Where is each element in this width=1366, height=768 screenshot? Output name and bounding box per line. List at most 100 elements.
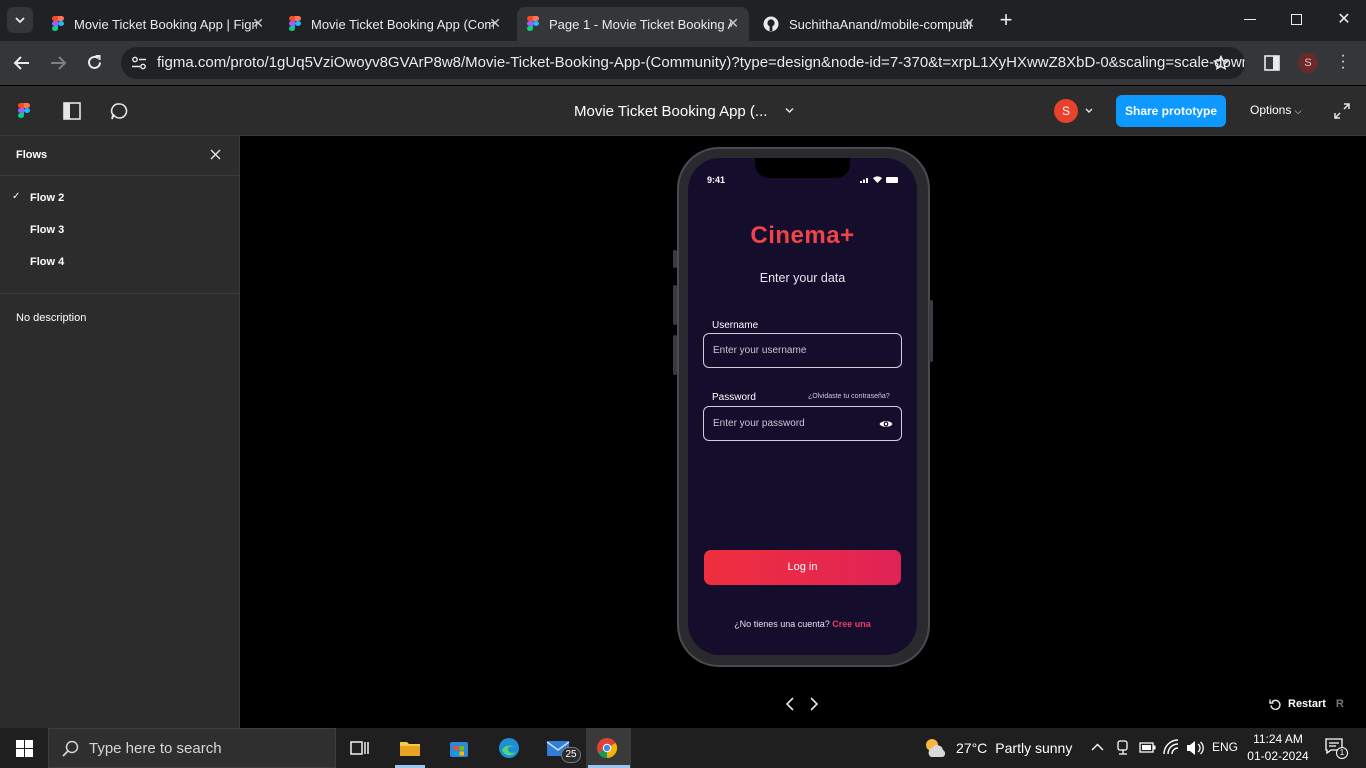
toggle-sidebar-icon[interactable] <box>63 102 81 120</box>
app-brand-logo: Cinema+ <box>750 222 855 249</box>
flow-item-flow-3[interactable]: Flow 3 <box>0 218 239 242</box>
username-label: Username <box>712 320 759 331</box>
signup-link[interactable]: Cree una <box>832 619 871 629</box>
flow-item-flow-4[interactable]: Flow 4 <box>0 250 239 274</box>
chevron-down-icon <box>15 17 25 24</box>
notification-count: 1 <box>1336 747 1348 759</box>
flow-item-label: Flow 3 <box>30 224 65 236</box>
wifi-status-icon[interactable] <box>1163 739 1181 755</box>
github-icon <box>763 16 779 32</box>
comment-icon[interactable] <box>110 102 129 121</box>
file-explorer-icon[interactable] <box>395 734 425 762</box>
search-placeholder: Type here to search <box>89 739 222 757</box>
phone-screen: 9:41 Cinema+ Enter your data Username En… <box>688 158 917 655</box>
chevron-up-icon[interactable] <box>1091 743 1104 751</box>
minimize-window-icon[interactable] <box>1244 19 1256 20</box>
taskbar-search-box[interactable]: Type here to search <box>48 728 336 768</box>
options-label: Options <box>1250 103 1292 117</box>
weather-widget[interactable]: 27°C Partly sunny <box>923 736 1072 760</box>
fullscreen-icon[interactable] <box>1334 103 1350 119</box>
password-label: Password <box>712 392 756 403</box>
file-title[interactable]: Movie Ticket Booking App (... <box>574 103 767 120</box>
phone-side-button <box>673 250 677 268</box>
previous-screen-icon[interactable] <box>785 697 795 711</box>
profile-avatar[interactable]: S <box>1298 53 1318 73</box>
browser-tab[interactable]: Movie Ticket Booking App (Community) ✕ <box>279 7 511 41</box>
new-tab-button[interactable]: + <box>995 8 1017 32</box>
language-indicator[interactable]: ENG <box>1212 740 1238 754</box>
tab-title: Movie Ticket Booking App (Community) <box>311 16 494 32</box>
sidebar-divider <box>0 293 239 294</box>
tab-search-button[interactable] <box>7 7 33 33</box>
chrome-icon[interactable] <box>592 734 622 762</box>
checkmark-icon: ✓ <box>12 191 21 202</box>
restart-shortcut: R <box>1335 698 1344 710</box>
close-tab-icon[interactable]: ✕ <box>489 15 501 32</box>
sidebar-divider <box>0 175 239 176</box>
tab-title: SuchithaAnand/mobile-computing <box>789 16 972 32</box>
close-tab-icon[interactable]: ✕ <box>727 15 739 32</box>
browser-menu-icon[interactable]: · · · <box>1340 48 1346 76</box>
forgot-password-link[interactable]: ¿Olvidaste tu contraseña? <box>808 393 890 400</box>
options-menu[interactable]: Options ⌵ <box>1250 103 1302 117</box>
back-icon[interactable] <box>13 55 31 71</box>
phone-side-button <box>673 335 677 375</box>
task-view-icon[interactable] <box>345 734 375 762</box>
chevron-down-icon: ⌵ <box>1294 106 1302 116</box>
flow-item-label: Flow 4 <box>30 256 65 268</box>
eye-icon[interactable] <box>879 419 893 429</box>
volume-icon[interactable] <box>1186 740 1204 756</box>
url-text: figma.com/proto/1gUq5VziOwoyv8GVArP8w8/M… <box>157 54 1245 71</box>
site-settings-icon[interactable] <box>131 56 147 70</box>
screen-subtitle: Enter your data <box>759 271 846 285</box>
restore-window-icon[interactable] <box>1291 14 1302 25</box>
browser-tab[interactable]: SuchithaAnand/mobile-computing ✕ <box>753 7 985 41</box>
bookmark-star-icon[interactable] <box>1213 55 1229 71</box>
wifi-icon <box>873 176 882 183</box>
forward-icon[interactable] <box>49 55 67 71</box>
phone-notch <box>755 158 850 178</box>
status-time: 9:41 <box>707 175 726 185</box>
battery-icon <box>886 177 898 183</box>
reload-icon[interactable] <box>86 54 103 71</box>
figma-icon <box>52 16 64 32</box>
username-input[interactable]: Enter your username <box>703 333 902 368</box>
chevron-down-icon[interactable] <box>785 107 794 114</box>
clock[interactable]: 11:24 AM 01-02-2024 <box>1244 731 1312 765</box>
side-panel-icon[interactable] <box>1264 55 1280 71</box>
restart-button[interactable]: Restart R <box>1269 696 1344 712</box>
close-icon[interactable] <box>210 149 221 160</box>
notification-center-button[interactable]: 1 <box>1325 738 1348 759</box>
meet-now-icon[interactable] <box>1116 740 1130 756</box>
battery-status-icon[interactable] <box>1139 742 1156 753</box>
chevron-down-icon[interactable] <box>1085 108 1093 114</box>
signup-prompt-text: ¿No tienes una cuenta? <box>734 619 830 629</box>
flows-sidebar: Flows ✓ Flow 2 Flow 3 Flow 4 No descript… <box>0 136 240 728</box>
clock-time: 11:24 AM <box>1253 732 1303 746</box>
browser-tab-active[interactable]: Page 1 - Movie Ticket Booking App ✕ <box>517 7 749 41</box>
close-window-icon[interactable]: ✕ <box>1336 9 1352 29</box>
password-input[interactable]: Enter your password <box>703 406 902 441</box>
figma-logo-icon[interactable] <box>18 103 30 119</box>
weather-temperature: 27°C <box>956 740 988 756</box>
figma-icon <box>527 16 539 32</box>
microsoft-store-icon[interactable] <box>444 734 474 762</box>
browser-tab[interactable]: Movie Ticket Booking App | Figma ✕ <box>42 7 274 41</box>
next-screen-icon[interactable] <box>809 697 819 711</box>
restart-icon <box>1269 699 1281 710</box>
flow-item-label: Flow 2 <box>30 192 65 204</box>
tab-title: Movie Ticket Booking App | Figma <box>74 16 257 32</box>
close-tab-icon[interactable]: ✕ <box>252 15 264 32</box>
phone-side-button <box>673 285 677 325</box>
user-avatar[interactable]: S <box>1054 99 1078 123</box>
login-button[interactable]: Log in <box>704 550 901 585</box>
edge-browser-icon[interactable] <box>494 734 524 762</box>
share-prototype-button[interactable]: Share prototype <box>1116 95 1226 127</box>
flow-description: No description <box>16 312 87 324</box>
signup-prompt: ¿No tienes una cuenta? Cree una <box>688 619 917 629</box>
close-tab-icon[interactable]: ✕ <box>963 15 975 32</box>
windows-start-icon[interactable] <box>16 740 33 757</box>
figma-prototype-header: Movie Ticket Booking App (... S Share pr… <box>0 86 1366 136</box>
address-bar[interactable]: figma.com/proto/1gUq5VziOwoyv8GVArP8w8/M… <box>121 47 1245 79</box>
flow-item-flow-2[interactable]: ✓ Flow 2 <box>0 186 239 210</box>
